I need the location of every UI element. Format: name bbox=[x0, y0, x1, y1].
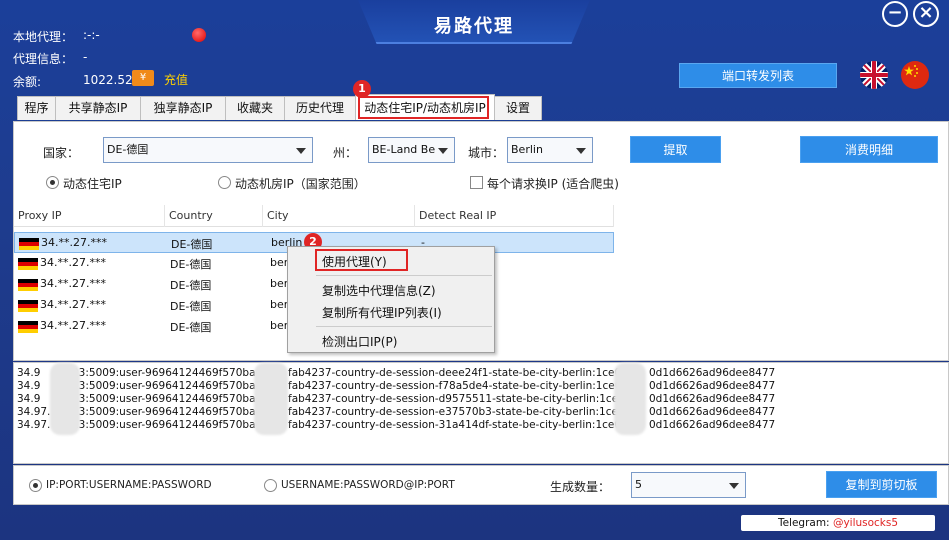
rotate-ip-checkbox[interactable] bbox=[470, 176, 483, 189]
cell-country: DE-德国 bbox=[170, 321, 212, 334]
proxy-info-value: - bbox=[83, 50, 88, 64]
title-bar: 易路代理 − × bbox=[0, 0, 949, 56]
bottom-bar: IP:PORT:USERNAME:PASSWORD USERNAME:PASSW… bbox=[13, 465, 949, 505]
radio-residential[interactable] bbox=[46, 176, 59, 189]
country-select[interactable]: DE-德国 bbox=[103, 137, 313, 163]
redaction-blur bbox=[614, 363, 646, 435]
germany-flag-icon bbox=[18, 321, 38, 333]
proxy-info-label: 代理信息： bbox=[13, 52, 74, 66]
cell-ip: 34.**.27.*** bbox=[40, 319, 106, 332]
fetch-button[interactable]: 提取 bbox=[630, 136, 721, 163]
port-forward-list-button[interactable]: 端口转发列表 bbox=[679, 63, 837, 88]
app-title: 易路代理 bbox=[434, 16, 514, 37]
country-label: 国家： bbox=[43, 146, 80, 160]
format-label-2: USERNAME:PASSWORD@IP:PORT bbox=[281, 479, 455, 491]
col-detect-real-ip[interactable]: Detect Real IP bbox=[415, 205, 614, 227]
germany-flag-icon bbox=[18, 300, 38, 312]
local-proxy-label: 本地代理： bbox=[13, 30, 74, 44]
menu-divider bbox=[316, 275, 492, 276]
city-label: 城市： bbox=[468, 146, 505, 160]
redaction-blur bbox=[254, 363, 288, 435]
telegram-link[interactable]: Telegram: @yilusocks5 bbox=[741, 515, 935, 531]
local-proxy-value: :-:- bbox=[83, 28, 100, 42]
tab-shared-static-ip[interactable]: 共享静态IP bbox=[55, 96, 141, 120]
chevron-down-icon bbox=[576, 148, 586, 154]
cell-ip: 34.**.27.*** bbox=[41, 236, 107, 249]
radio-datacenter-label: 动态机房IP（国家范围） bbox=[235, 177, 366, 191]
count-select-value: 5 bbox=[635, 478, 642, 491]
cell-country: DE-德国 bbox=[170, 279, 212, 292]
chevron-down-icon bbox=[296, 148, 306, 154]
redaction-blur bbox=[50, 363, 80, 435]
menu-copy-selected[interactable]: 复制选中代理信息(Z) bbox=[322, 282, 436, 299]
tab-exclusive-static-ip[interactable]: 独享静态IP bbox=[140, 96, 226, 120]
germany-flag-icon bbox=[18, 279, 38, 291]
copy-to-clipboard-button[interactable]: 复制到剪切板 bbox=[826, 471, 937, 498]
radio-datacenter[interactable] bbox=[218, 176, 231, 189]
tab-history-proxy[interactable]: 历史代理 bbox=[284, 96, 356, 120]
highlight-box-tab bbox=[358, 96, 489, 119]
city-select-value: Berlin bbox=[511, 143, 543, 156]
cell-country: DE-德国 bbox=[170, 258, 212, 271]
rotate-ip-label: 每个请求换IP (适合爬虫) bbox=[487, 177, 619, 191]
highlight-box-menu bbox=[315, 249, 408, 271]
balance-label: 余额: bbox=[13, 75, 42, 89]
chevron-down-icon bbox=[438, 148, 448, 154]
city-select[interactable]: Berlin bbox=[507, 137, 593, 163]
status-dot-icon bbox=[192, 28, 206, 42]
col-country[interactable]: Country bbox=[165, 205, 263, 227]
cell-country: DE-德国 bbox=[171, 238, 213, 251]
country-select-value: DE-德国 bbox=[107, 143, 149, 156]
format-radio-2[interactable] bbox=[264, 479, 277, 492]
proxy-output-textarea[interactable]: 34.9 23:5009:user-96964124469f570bac6 fab4… bbox=[13, 362, 949, 464]
cell-country: DE-德国 bbox=[170, 300, 212, 313]
consumption-detail-button[interactable]: 消费明细 bbox=[800, 136, 938, 163]
ticket-icon[interactable]: ¥ bbox=[132, 70, 154, 86]
radio-residential-label: 动态住宅IP bbox=[63, 177, 122, 191]
recharge-link[interactable]: 充值 bbox=[164, 71, 188, 88]
minimize-icon[interactable]: − bbox=[882, 1, 908, 27]
state-label: 州： bbox=[333, 146, 358, 160]
tab-program[interactable]: 程序 bbox=[17, 96, 56, 120]
cell-ip: 34.**.27.*** bbox=[40, 298, 106, 311]
menu-detect-exit-ip[interactable]: 检测出口IP(P) bbox=[322, 333, 397, 350]
china-flag-icon[interactable] bbox=[901, 61, 929, 89]
table-header: Proxy IP Country City Detect Real IP bbox=[14, 205, 614, 227]
count-select[interactable]: 5 bbox=[631, 472, 746, 498]
cell-ip: 34.**.27.*** bbox=[40, 277, 106, 290]
telegram-handle: @yilusocks5 bbox=[832, 517, 899, 529]
app-window: 易路代理 − × 本地代理： :-:- 代理信息： - 余额: 1022.52 … bbox=[0, 0, 949, 540]
col-city[interactable]: City bbox=[263, 205, 415, 227]
tab-settings[interactable]: 设置 bbox=[494, 96, 542, 120]
format-label-1: IP:PORT:USERNAME:PASSWORD bbox=[46, 479, 212, 491]
menu-divider bbox=[316, 326, 492, 327]
count-label: 生成数量： bbox=[550, 480, 611, 494]
telegram-prefix: Telegram: bbox=[777, 517, 833, 529]
step-badge-1: 1 bbox=[353, 80, 371, 98]
menu-copy-all[interactable]: 复制所有代理IP列表(I) bbox=[322, 304, 442, 321]
tab-favorites[interactable]: 收藏夹 bbox=[225, 96, 285, 120]
balance-value: 1022.52 bbox=[83, 73, 133, 87]
col-proxy-ip[interactable]: Proxy IP bbox=[14, 205, 165, 227]
format-radio-1[interactable] bbox=[29, 479, 42, 492]
state-select[interactable]: BE-Land Be bbox=[368, 137, 455, 163]
germany-flag-icon bbox=[19, 238, 39, 250]
chevron-down-icon bbox=[729, 483, 739, 489]
cell-ip: 34.**.27.*** bbox=[40, 256, 106, 269]
uk-flag-icon[interactable] bbox=[860, 61, 888, 89]
close-icon[interactable]: × bbox=[913, 1, 939, 27]
state-select-value: BE-Land Be bbox=[372, 143, 436, 156]
germany-flag-icon bbox=[18, 258, 38, 270]
